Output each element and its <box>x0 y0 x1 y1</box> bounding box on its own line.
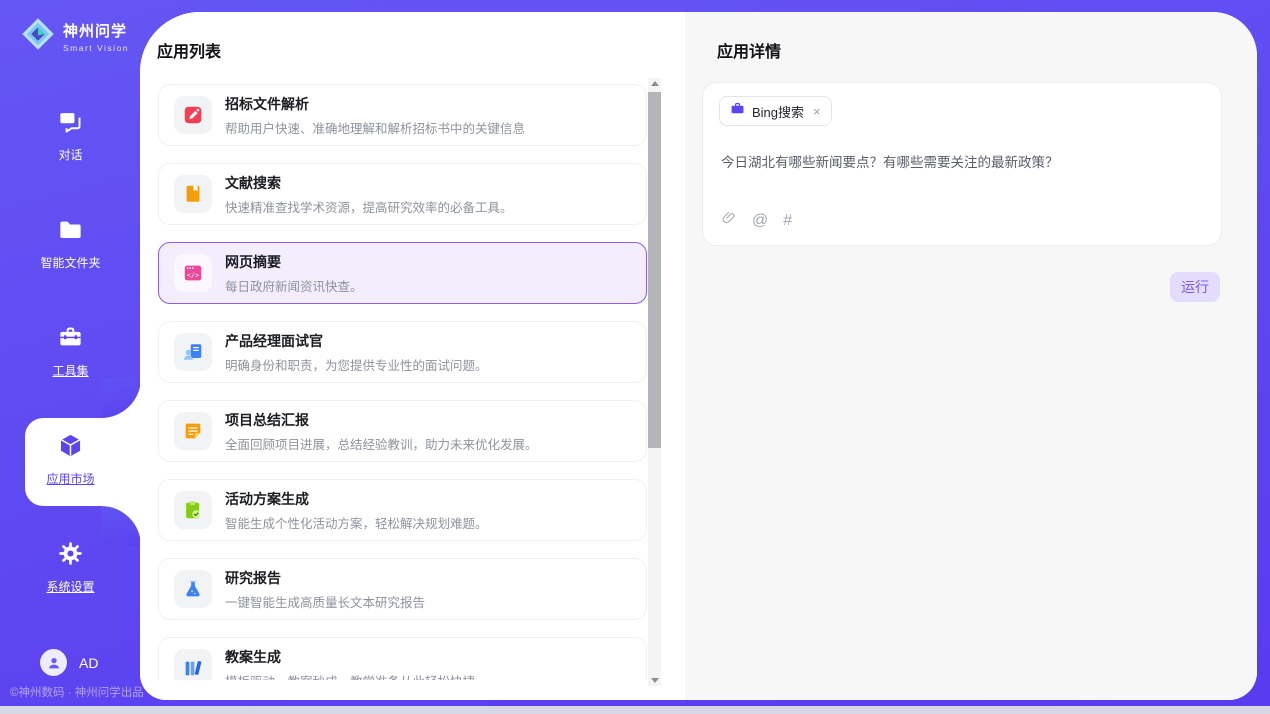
app-list-title: 应用列表 <box>157 38 221 62</box>
sidebar-item-settings[interactable]: 系统设置 <box>0 540 141 604</box>
bottom-edge-strip <box>0 706 1270 714</box>
brand-logo: 神州问学 Smart Vision <box>20 16 129 57</box>
app-desc: 明确身份和职责，为您提供专业性的面试问题。 <box>225 355 488 374</box>
app-list-panel: 应用列表 招标文件解析 帮助用户快速、准确地理解和解析招标书中的关键信息 <box>140 12 685 700</box>
diamond-logo-icon <box>20 16 56 57</box>
brand-subtitle: Smart Vision <box>63 43 129 53</box>
avatar <box>40 649 67 676</box>
app-card-literature-search[interactable]: 文献搜索 快速精准查找学术资源，提高研究效率的必备工具。 <box>158 163 647 225</box>
sidebar-item-label: 智能文件夹 <box>40 254 100 271</box>
app-desc: 一键智能生成高质量长文本研究报告 <box>225 592 425 611</box>
scroll-down-arrow-icon[interactable] <box>648 675 661 686</box>
sidebar-item-label: 对话 <box>58 146 82 163</box>
tool-chip-label: Bing搜索 <box>752 102 804 121</box>
app-name: 网页摘要 <box>225 252 363 272</box>
svg-text:</>: </> <box>187 271 199 279</box>
chat-icon <box>57 108 84 140</box>
app-card-event-plan[interactable]: 活动方案生成 智能生成个性化活动方案，轻松解决规划难题。 <box>158 479 647 541</box>
book-icon <box>174 175 212 213</box>
app-name: 产品经理面试官 <box>225 331 488 351</box>
scroll-up-arrow-icon[interactable] <box>648 78 661 89</box>
app-name: 活动方案生成 <box>225 489 488 509</box>
sidebar-item-smart-folders[interactable]: 智能文件夹 <box>0 216 141 280</box>
sidebar-item-toolset[interactable]: 工具集 <box>0 324 141 388</box>
prompt-editor-card[interactable]: Bing搜索 × 今日湖北有哪些新闻要点？有哪些需要关注的最新政策？ @ # <box>702 82 1222 246</box>
chip-close-icon[interactable]: × <box>813 105 821 118</box>
briefcase-icon <box>730 101 745 121</box>
paperclip-icon[interactable] <box>721 210 737 232</box>
app-card-pm-interviewer[interactable]: 产品经理面试官 明确身份和职责，为您提供专业性的面试问题。 <box>158 321 647 383</box>
scrollbar-thumb[interactable] <box>648 92 661 448</box>
cube-icon <box>57 432 84 464</box>
app-card-lesson-plan[interactable]: 教案生成 模板驱动，教案秒成，教学准备从此轻松快捷 <box>158 637 647 680</box>
user-account[interactable]: AD <box>40 649 98 676</box>
prompt-text[interactable]: 今日湖北有哪些新闻要点？有哪些需要关注的最新政策？ <box>721 151 1201 171</box>
app-name: 研究报告 <box>225 568 425 588</box>
app-detail-panel: 应用详情 Bing搜索 × 今日湖北有哪些新闻要点？有哪些需要关注的最新政策？ <box>685 12 1257 700</box>
memo-icon <box>174 412 212 450</box>
books-icon <box>174 649 212 680</box>
mention-at-icon[interactable]: @ <box>752 212 768 230</box>
scrollbar[interactable] <box>648 78 661 686</box>
app-card-list: 招标文件解析 帮助用户快速、准确地理解和解析招标书中的关键信息 文献搜索 快速精… <box>158 82 647 680</box>
main-content: 应用列表 招标文件解析 帮助用户快速、准确地理解和解析招标书中的关键信息 <box>140 12 1257 700</box>
app-name: 招标文件解析 <box>225 94 525 114</box>
app-name: 教案生成 <box>225 647 475 667</box>
app-card-web-summary[interactable]: </> 网页摘要 每日政府新闻资讯快查。 <box>158 242 647 304</box>
app-desc: 每日政府新闻资讯快查。 <box>225 276 363 295</box>
gear-icon <box>57 540 84 572</box>
folder-icon <box>57 216 84 248</box>
tool-chip-bing-search[interactable]: Bing搜索 × <box>719 96 832 126</box>
app-name: 项目总结汇报 <box>225 410 538 430</box>
app-detail-title: 应用详情 <box>717 38 781 62</box>
app-window: 神州问学 Smart Vision 对话 <box>0 0 1270 714</box>
run-button[interactable]: 运行 <box>1170 272 1220 302</box>
copyright-text: ©神州数码 · 神州问学出品 <box>10 684 141 700</box>
brand-name: 神州问学 <box>63 20 129 41</box>
app-desc: 快速精准查找学术资源，提高研究效率的必备工具。 <box>225 197 513 216</box>
research-icon <box>174 570 212 608</box>
pen-square-icon <box>174 96 212 134</box>
app-desc: 全面回顾项目进展，总结经验教训，助力未来优化发展。 <box>225 434 538 453</box>
sidebar-item-label: 系统设置 <box>46 578 94 595</box>
app-desc: 模板驱动，教案秒成，教学准备从此轻松快捷 <box>225 671 475 681</box>
app-card-bid-parse[interactable]: 招标文件解析 帮助用户快速、准确地理解和解析招标书中的关键信息 <box>158 84 647 146</box>
app-card-research-report[interactable]: 研究报告 一键智能生成高质量长文本研究报告 <box>158 558 647 620</box>
app-name: 文献搜索 <box>225 173 513 193</box>
app-desc: 智能生成个性化活动方案，轻松解决规划难题。 <box>225 513 488 532</box>
app-card-project-summary[interactable]: 项目总结汇报 全面回顾项目进展，总结经验教训，助力未来优化发展。 <box>158 400 647 462</box>
sidebar: 神州问学 Smart Vision 对话 <box>0 0 141 714</box>
interviewer-icon <box>174 333 212 371</box>
browser-code-icon: </> <box>174 254 212 292</box>
toolbox-icon <box>57 324 84 356</box>
sidebar-item-chat[interactable]: 对话 <box>0 108 141 172</box>
sidebar-item-label: 应用市场 <box>46 470 94 487</box>
sidebar-item-app-market[interactable]: 应用市场 <box>0 432 141 496</box>
sidebar-item-label: 工具集 <box>52 362 88 379</box>
clipboard-check-icon <box>174 491 212 529</box>
input-tools-row: @ # <box>721 210 792 232</box>
app-desc: 帮助用户快速、准确地理解和解析招标书中的关键信息 <box>225 118 525 137</box>
user-name: AD <box>79 655 98 671</box>
hash-icon[interactable]: # <box>783 212 792 230</box>
